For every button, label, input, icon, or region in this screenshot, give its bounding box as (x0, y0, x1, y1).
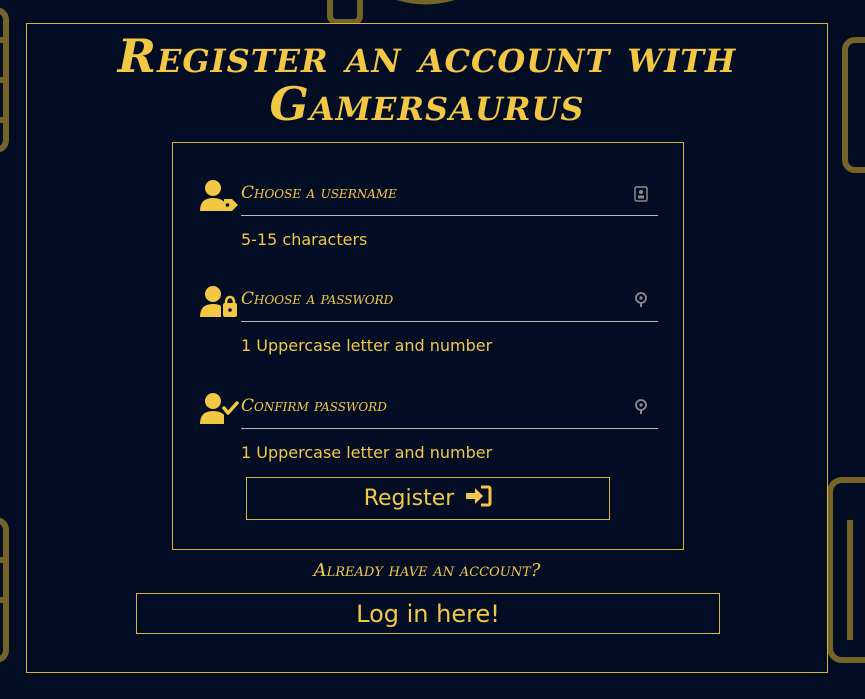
register-button-label: Register (363, 486, 455, 511)
confirm-password-hint: 1 Uppercase letter and number (241, 443, 493, 462)
register-form: 5-15 characters (172, 142, 684, 550)
register-panel: Register an account with Gamersaurus Cho… (26, 23, 828, 673)
id-card-icon (634, 186, 648, 202)
sign-in-icon (464, 485, 492, 513)
key-icon (634, 399, 648, 415)
confirm-password-line (241, 392, 658, 429)
already-have-account-text: Already have an account? (313, 560, 541, 581)
register-button[interactable]: Register (246, 477, 610, 520)
confirm-password-input[interactable] (241, 396, 621, 416)
username-input[interactable] (241, 183, 621, 203)
username-line (241, 179, 658, 216)
login-button[interactable]: Log in here! (136, 593, 720, 634)
username-hint: 5-15 characters (241, 230, 368, 249)
password-hint: 1 Uppercase letter and number (241, 336, 493, 355)
user-tag-icon (199, 179, 239, 213)
key-icon (634, 292, 648, 308)
user-lock-icon (199, 285, 239, 319)
password-input[interactable] (241, 289, 621, 309)
page-title: Register an account with Gamersaurus (117, 29, 737, 131)
password-line (241, 285, 658, 322)
user-check-icon (199, 392, 239, 426)
